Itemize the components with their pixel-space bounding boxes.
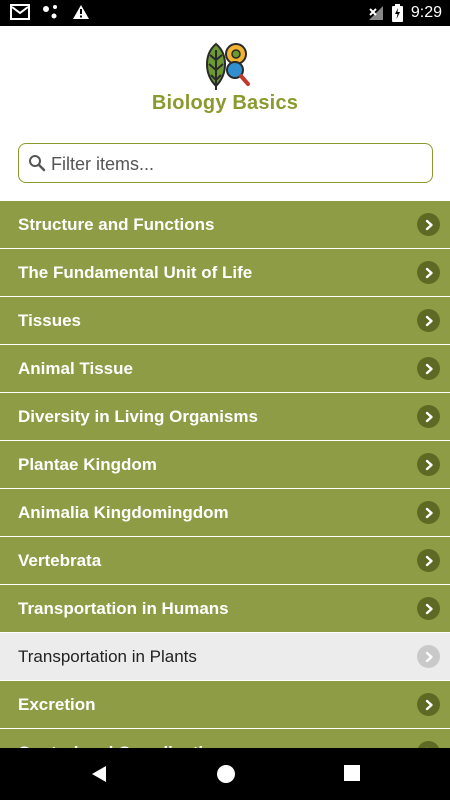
chevron-right-icon [417, 693, 440, 716]
app-header: Biology Basics [0, 26, 450, 134]
status-time: 9:29 [410, 4, 442, 21]
list-item-label: Excretion [18, 695, 96, 714]
chevron-right-icon [417, 261, 440, 284]
warning-icon [73, 5, 89, 19]
list-item-label: The Fundamental Unit of Life [18, 263, 253, 282]
filter-box[interactable] [18, 143, 433, 183]
list-item-label: Tissues [18, 311, 82, 330]
list-item-label: Animal Tissue [18, 359, 133, 378]
app-title: Biology Basics [151, 92, 299, 114]
list-item[interactable]: The Fundamental Unit of Life [0, 249, 450, 297]
chevron-right-icon [417, 501, 440, 524]
chevron-right-icon [417, 549, 440, 572]
home-icon[interactable] [216, 764, 236, 784]
back-icon[interactable] [90, 764, 108, 784]
list-item-label: Control and Coordination [18, 729, 224, 748]
list-item[interactable]: Transportation in Plants [0, 633, 450, 681]
chevron-right-icon [417, 645, 440, 668]
list-item[interactable]: Animal Tissue [0, 345, 450, 393]
dots-icon [43, 5, 57, 19]
chevron-right-icon [417, 213, 440, 236]
list-item[interactable]: Structure and Functions [0, 201, 450, 249]
chevron-right-icon [417, 453, 440, 476]
status-bar: 9:29 [0, 0, 450, 26]
topic-list: Structure and Functions The Fundamental U… [0, 201, 450, 748]
list-item[interactable]: Excretion [0, 681, 450, 729]
recents-icon[interactable] [343, 764, 361, 782]
list-item-label: Plantae Kingdom [18, 455, 157, 474]
battery-icon [391, 4, 403, 22]
list-item-label: Transportation in Plants [18, 647, 197, 666]
search-icon [29, 155, 46, 172]
list-item[interactable]: Tissues [0, 297, 450, 345]
list-item[interactable]: Vertebrata [0, 537, 450, 585]
list-item-label: Animalia Kingdomingdom [18, 503, 229, 522]
list-item-label: Diversity in Living Organisms [18, 407, 258, 426]
chevron-right-icon [417, 741, 440, 748]
gmail-icon [10, 4, 30, 20]
chevron-right-icon [417, 405, 440, 428]
chevron-right-icon [417, 597, 440, 620]
no-signal-icon [368, 6, 383, 20]
chevron-right-icon [417, 309, 440, 332]
list-item-label: Structure and Functions [18, 215, 215, 234]
list-item[interactable]: Diversity in Living Organisms [0, 393, 450, 441]
list-item[interactable]: Control and Coordination [0, 729, 450, 748]
list-item[interactable]: Animalia Kingdomingdom [0, 489, 450, 537]
list-item[interactable]: Transportation in Humans [0, 585, 450, 633]
navigation-bar [0, 748, 450, 800]
leaf-microscope-icon [206, 42, 250, 90]
chevron-right-icon [417, 357, 440, 380]
filter-input[interactable] [49, 148, 423, 180]
list-item-label: Transportation in Humans [18, 599, 229, 618]
list-item[interactable]: Plantae Kingdom [0, 441, 450, 489]
list-item-label: Vertebrata [18, 551, 102, 570]
